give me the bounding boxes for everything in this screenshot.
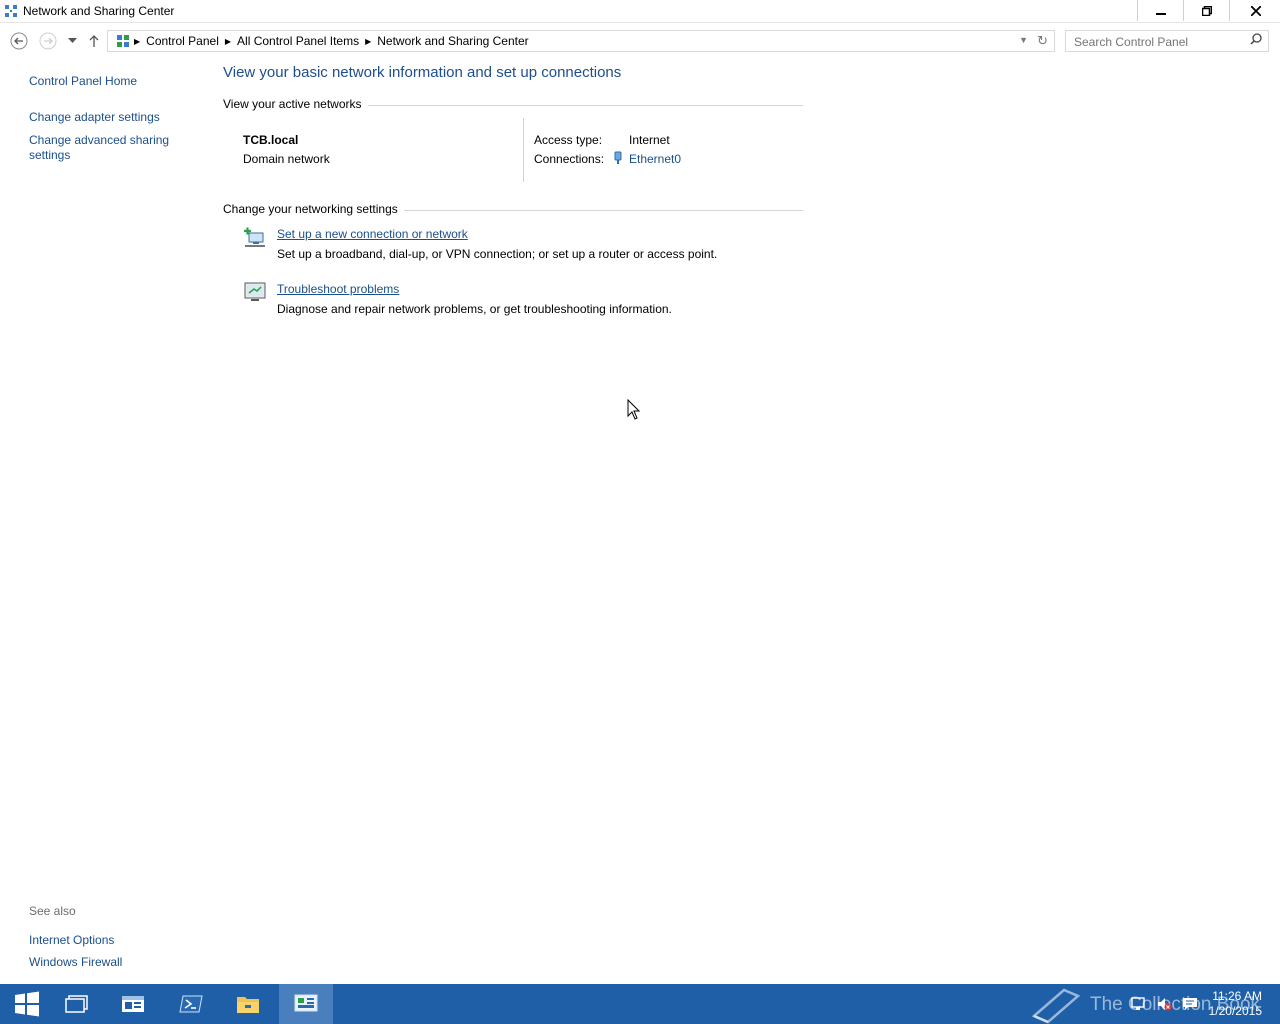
ethernet-icon — [614, 151, 622, 164]
mouse-cursor-icon — [627, 399, 641, 420]
breadcrumb-all-items[interactable]: All Control Panel Items — [231, 34, 365, 48]
divider — [523, 118, 524, 182]
access-type-label: Access type: — [534, 133, 603, 147]
windows-firewall-link[interactable]: Windows Firewall — [29, 955, 122, 969]
minimize-button[interactable] — [1137, 0, 1184, 21]
powershell-icon — [179, 995, 203, 1013]
server-manager-button[interactable] — [106, 984, 160, 1024]
title-bar: Network and Sharing Center — [0, 0, 1280, 23]
back-button[interactable] — [10, 32, 28, 50]
control-panel-home-link[interactable]: Control Panel Home — [29, 74, 137, 89]
active-networks-label: View your active networks — [223, 97, 368, 111]
volume-muted-icon[interactable] — [1156, 996, 1172, 1012]
recent-locations-button[interactable] — [63, 32, 81, 50]
start-button[interactable] — [0, 984, 54, 1024]
control-panel-icon — [294, 994, 318, 1012]
minimize-icon — [1156, 12, 1166, 15]
see-also-label: See also — [29, 904, 76, 918]
task-view-icon — [65, 995, 88, 1013]
new-connection-icon — [244, 227, 265, 247]
address-bar[interactable]: ▶ Control Panel ▶ All Control Panel Item… — [107, 30, 1055, 52]
clock-date: 1/20/2015 — [1208, 1004, 1262, 1018]
network-tray-icon[interactable] — [1130, 996, 1146, 1012]
search-box[interactable] — [1065, 30, 1269, 52]
troubleshoot-link[interactable]: Troubleshoot problems — [277, 282, 399, 296]
ethernet-connection-link[interactable]: Ethernet0 — [629, 152, 681, 166]
file-explorer-button[interactable] — [221, 984, 275, 1024]
network-name: TCB.local — [243, 133, 299, 147]
address-dropdown-icon[interactable]: ▼ — [1019, 35, 1028, 45]
forward-arrow-icon — [39, 32, 57, 50]
control-panel-taskbar-button[interactable] — [279, 984, 333, 1024]
setup-connection-link[interactable]: Set up a new connection or network — [277, 227, 468, 241]
breadcrumb-network-center[interactable]: Network and Sharing Center — [371, 34, 534, 48]
search-icon[interactable] — [1250, 33, 1262, 45]
change-settings-header: Change your networking settings — [223, 202, 803, 216]
troubleshoot-icon — [244, 282, 266, 301]
change-advanced-sharing-link[interactable]: Change advanced sharing settings — [29, 133, 179, 163]
navigation-bar: ▶ Control Panel ▶ All Control Panel Item… — [0, 28, 1280, 54]
back-arrow-icon — [10, 32, 28, 50]
start-icon — [15, 991, 39, 1017]
task-view-button[interactable] — [50, 984, 104, 1024]
access-type-value: Internet — [629, 133, 670, 147]
book-icon — [1031, 988, 1081, 1024]
close-icon — [1250, 5, 1261, 16]
clock-time: 11:26 AM — [1212, 989, 1262, 1003]
change-settings-label: Change your networking settings — [223, 202, 404, 216]
window-title: Network and Sharing Center — [23, 4, 175, 18]
up-arrow-icon — [89, 35, 99, 47]
server-manager-icon — [122, 996, 144, 1012]
taskbar: The Collection Book 11:26 AM 1/20/2015 — [0, 984, 1280, 1024]
network-type: Domain network — [243, 152, 330, 166]
forward-button[interactable] — [39, 32, 57, 50]
connections-label: Connections: — [534, 152, 605, 166]
refresh-icon[interactable]: ↻ — [1037, 33, 1048, 49]
dropdown-icon — [67, 38, 77, 43]
restore-icon — [1202, 5, 1212, 16]
up-button[interactable] — [85, 32, 103, 50]
file-explorer-icon — [237, 997, 259, 1013]
troubleshoot-description: Diagnose and repair network problems, or… — [277, 302, 672, 316]
network-center-icon — [5, 5, 17, 17]
restore-button[interactable] — [1183, 0, 1230, 21]
system-clock[interactable]: 11:26 AM 1/20/2015 — [1209, 989, 1262, 1019]
breadcrumb-control-panel[interactable]: Control Panel — [140, 34, 225, 48]
see-also-section: See also Internet Options Windows Firewa… — [29, 904, 122, 969]
search-input[interactable] — [1072, 33, 1246, 50]
control-panel-icon — [117, 35, 129, 47]
internet-options-link[interactable]: Internet Options — [29, 933, 122, 947]
powershell-button[interactable] — [164, 984, 218, 1024]
page-title: View your basic network information and … — [223, 64, 622, 81]
change-adapter-settings-link[interactable]: Change adapter settings — [29, 110, 160, 125]
breadcrumb: ▶ Control Panel ▶ All Control Panel Item… — [116, 34, 535, 48]
active-networks-header: View your active networks — [223, 97, 803, 111]
action-center-icon[interactable] — [1182, 996, 1198, 1012]
close-button[interactable] — [1229, 0, 1280, 21]
setup-connection-description: Set up a broadband, dial-up, or VPN conn… — [277, 247, 718, 261]
